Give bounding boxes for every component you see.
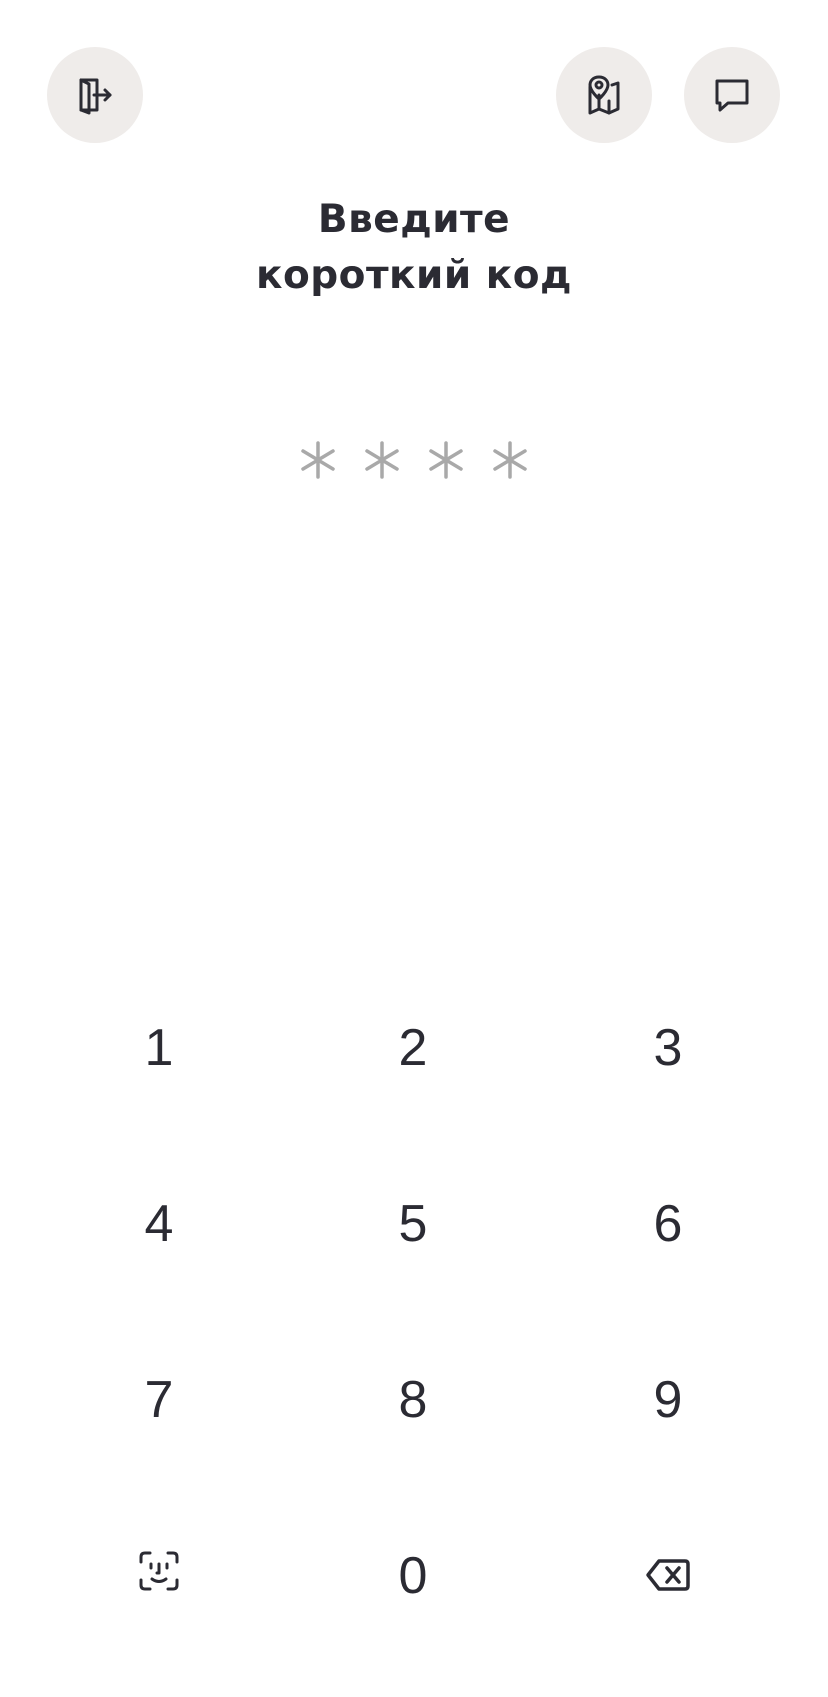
exit-button[interactable]	[47, 47, 143, 143]
title-line-2: короткий код	[255, 253, 573, 298]
chat-bubble-icon	[712, 75, 752, 115]
key-3[interactable]: 3	[588, 988, 748, 1108]
key-5[interactable]: 5	[333, 1164, 493, 1284]
map-button[interactable]	[556, 47, 652, 143]
pin-placeholder-4	[478, 428, 542, 492]
key-2[interactable]: 2	[333, 988, 493, 1108]
keypad-row-4: 0	[0, 1508, 828, 1684]
key-7[interactable]: 7	[79, 1340, 239, 1460]
key-1[interactable]: 1	[79, 988, 239, 1108]
map-pin-icon	[582, 73, 626, 117]
key-6[interactable]: 6	[588, 1164, 748, 1284]
face-id-icon	[137, 1546, 181, 1606]
pin-placeholder-1	[286, 428, 350, 492]
keypad-row-1: 1 2 3	[0, 980, 828, 1156]
pin-indicator	[0, 428, 828, 492]
numeric-keypad: 1 2 3 4 5 6 7 8 9 0	[0, 980, 828, 1684]
key-4[interactable]: 4	[79, 1164, 239, 1284]
key-0[interactable]: 0	[333, 1516, 493, 1636]
key-9[interactable]: 9	[588, 1340, 748, 1460]
title-line-1: Введите	[317, 197, 511, 242]
page-title: Введите короткий код	[0, 192, 828, 304]
key-8[interactable]: 8	[333, 1340, 493, 1460]
keypad-row-2: 4 5 6	[0, 1156, 828, 1332]
chat-button[interactable]	[684, 47, 780, 143]
pin-placeholder-3	[414, 428, 478, 492]
exit-door-icon	[75, 75, 115, 115]
face-id-button[interactable]	[79, 1516, 239, 1636]
backspace-button[interactable]	[588, 1516, 748, 1636]
backspace-icon	[645, 1546, 691, 1606]
keypad-row-3: 7 8 9	[0, 1332, 828, 1508]
pin-placeholder-2	[350, 428, 414, 492]
